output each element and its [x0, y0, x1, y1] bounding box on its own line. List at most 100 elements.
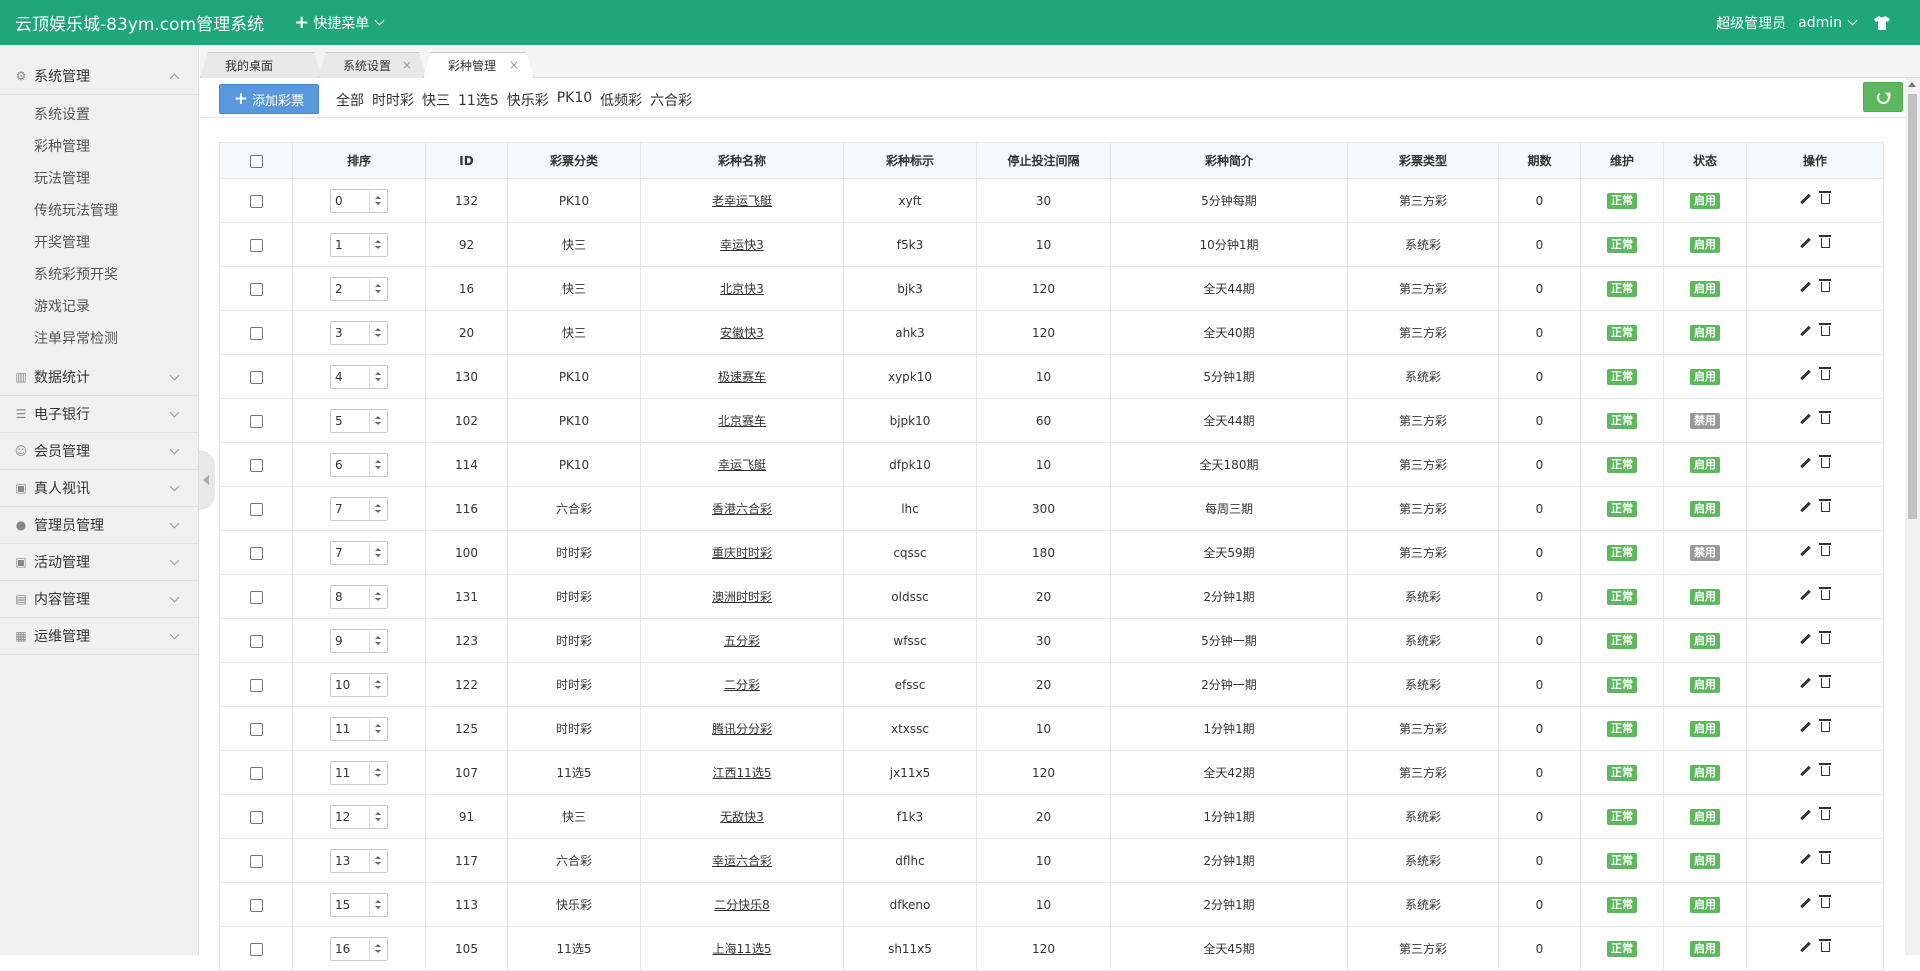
- stepper-arrows[interactable]: [369, 674, 385, 695]
- maintenance-badge[interactable]: 正常: [1607, 632, 1637, 649]
- edit-icon[interactable]: [1800, 810, 1811, 821]
- sort-value[interactable]: 5: [331, 414, 369, 428]
- edit-icon[interactable]: [1800, 282, 1811, 293]
- maintenance-badge[interactable]: 正常: [1607, 764, 1637, 781]
- status-badge[interactable]: 启用: [1690, 808, 1720, 825]
- status-badge[interactable]: 启用: [1690, 500, 1720, 517]
- sidebar-item[interactable]: 游戏记录: [0, 291, 198, 323]
- stepper-up-icon[interactable]: [374, 504, 381, 507]
- sort-stepper[interactable]: 0: [330, 188, 388, 213]
- status-badge[interactable]: 启用: [1690, 192, 1720, 209]
- sort-stepper[interactable]: 15: [330, 892, 388, 917]
- edit-icon[interactable]: [1800, 898, 1811, 909]
- status-badge[interactable]: 启用: [1690, 280, 1720, 297]
- sidebar-item[interactable]: 系统彩预开奖: [0, 259, 198, 291]
- tab-0[interactable]: 我的桌面: [200, 52, 322, 78]
- sidebar-group-8[interactable]: ▦ 运维管理: [0, 618, 198, 655]
- sort-value[interactable]: 11: [331, 722, 369, 736]
- lottery-name-link[interactable]: 江西11选5: [713, 766, 772, 780]
- shirt-icon[interactable]: [1874, 15, 1890, 30]
- sort-value[interactable]: 15: [331, 898, 369, 912]
- stepper-up-icon[interactable]: [374, 636, 381, 639]
- lottery-name-link[interactable]: 香港六合彩: [712, 502, 772, 516]
- stepper-arrows[interactable]: [369, 586, 385, 607]
- refresh-button[interactable]: [1863, 82, 1903, 112]
- edit-icon[interactable]: [1800, 370, 1811, 381]
- stepper-arrows[interactable]: [369, 894, 385, 915]
- trash-icon[interactable]: [1819, 367, 1831, 380]
- trash-icon[interactable]: [1819, 851, 1831, 864]
- row-checkbox[interactable]: [249, 370, 263, 384]
- filter-5[interactable]: PK10: [557, 90, 592, 110]
- stepper-arrows[interactable]: [369, 938, 385, 959]
- stepper-arrows[interactable]: [369, 806, 385, 827]
- trash-icon[interactable]: [1819, 807, 1831, 820]
- stepper-down-icon[interactable]: [374, 290, 381, 293]
- lottery-name-link[interactable]: 北京赛车: [718, 414, 766, 428]
- lottery-name-link[interactable]: 幸运六合彩: [712, 854, 772, 868]
- user-menu[interactable]: admin: [1798, 15, 1858, 31]
- status-badge[interactable]: 启用: [1690, 368, 1720, 385]
- trash-icon[interactable]: [1819, 235, 1831, 248]
- sidebar-item[interactable]: 玩法管理: [0, 163, 198, 195]
- trash-icon[interactable]: [1819, 543, 1831, 556]
- row-checkbox[interactable]: [249, 942, 263, 956]
- stepper-arrows[interactable]: [369, 762, 385, 783]
- lottery-name-link[interactable]: 无敌快3: [720, 810, 764, 824]
- status-badge[interactable]: 启用: [1690, 236, 1720, 253]
- maintenance-badge[interactable]: 正常: [1607, 588, 1637, 605]
- lottery-name-link[interactable]: 二分快乐8: [714, 898, 770, 912]
- stepper-up-icon[interactable]: [374, 548, 381, 551]
- maintenance-badge[interactable]: 正常: [1607, 852, 1637, 869]
- stepper-down-icon[interactable]: [374, 378, 381, 381]
- select-all-checkbox[interactable]: [249, 154, 263, 168]
- edit-icon[interactable]: [1800, 194, 1811, 205]
- sort-value[interactable]: 11: [331, 766, 369, 780]
- maintenance-badge[interactable]: 正常: [1607, 676, 1637, 693]
- sort-value[interactable]: 9: [331, 634, 369, 648]
- lottery-name-link[interactable]: 重庆时时彩: [712, 546, 772, 560]
- sort-stepper[interactable]: 8: [330, 584, 388, 609]
- maintenance-badge[interactable]: 正常: [1607, 280, 1637, 297]
- sort-value[interactable]: 10: [331, 678, 369, 692]
- stepper-down-icon[interactable]: [374, 202, 381, 205]
- row-checkbox[interactable]: [249, 546, 263, 560]
- status-badge[interactable]: 启用: [1690, 588, 1720, 605]
- sort-stepper[interactable]: 2: [330, 276, 388, 301]
- status-badge[interactable]: 启用: [1690, 456, 1720, 473]
- sort-stepper[interactable]: 3: [330, 320, 388, 345]
- stepper-arrows[interactable]: [369, 190, 385, 211]
- sort-stepper[interactable]: 1: [330, 232, 388, 257]
- edit-icon[interactable]: [1800, 326, 1811, 337]
- stepper-down-icon[interactable]: [374, 906, 381, 909]
- scroll-up-icon[interactable]: [1908, 82, 1916, 87]
- sort-stepper[interactable]: 5: [330, 408, 388, 433]
- stepper-up-icon[interactable]: [374, 724, 381, 727]
- edit-icon[interactable]: [1800, 414, 1811, 425]
- status-badge[interactable]: 启用: [1690, 632, 1720, 649]
- tab-1[interactable]: 系统设置 ×: [318, 52, 427, 78]
- sort-value[interactable]: 7: [331, 502, 369, 516]
- sidebar-group-1[interactable]: ▥ 数据统计: [0, 359, 198, 396]
- stepper-up-icon[interactable]: [374, 284, 381, 287]
- trash-icon[interactable]: [1819, 279, 1831, 292]
- status-badge[interactable]: 启用: [1690, 720, 1720, 737]
- status-badge[interactable]: 禁用: [1690, 412, 1720, 429]
- lottery-name-link[interactable]: 北京快3: [720, 282, 764, 296]
- stepper-up-icon[interactable]: [374, 240, 381, 243]
- sidebar-group-6[interactable]: ▣ 活动管理: [0, 544, 198, 581]
- maintenance-badge[interactable]: 正常: [1607, 500, 1637, 517]
- stepper-up-icon[interactable]: [374, 900, 381, 903]
- row-checkbox[interactable]: [249, 634, 263, 648]
- stepper-arrows[interactable]: [369, 498, 385, 519]
- stepper-down-icon[interactable]: [374, 950, 381, 953]
- stepper-arrows[interactable]: [369, 454, 385, 475]
- sort-value[interactable]: 7: [331, 546, 369, 560]
- lottery-name-link[interactable]: 上海11选5: [713, 942, 772, 956]
- sidebar-group-5[interactable]: ● 管理员管理: [0, 507, 198, 544]
- lottery-name-link[interactable]: 二分彩: [724, 678, 760, 692]
- row-checkbox[interactable]: [249, 502, 263, 516]
- stepper-down-icon[interactable]: [374, 642, 381, 645]
- stepper-down-icon[interactable]: [374, 334, 381, 337]
- stepper-up-icon[interactable]: [374, 460, 381, 463]
